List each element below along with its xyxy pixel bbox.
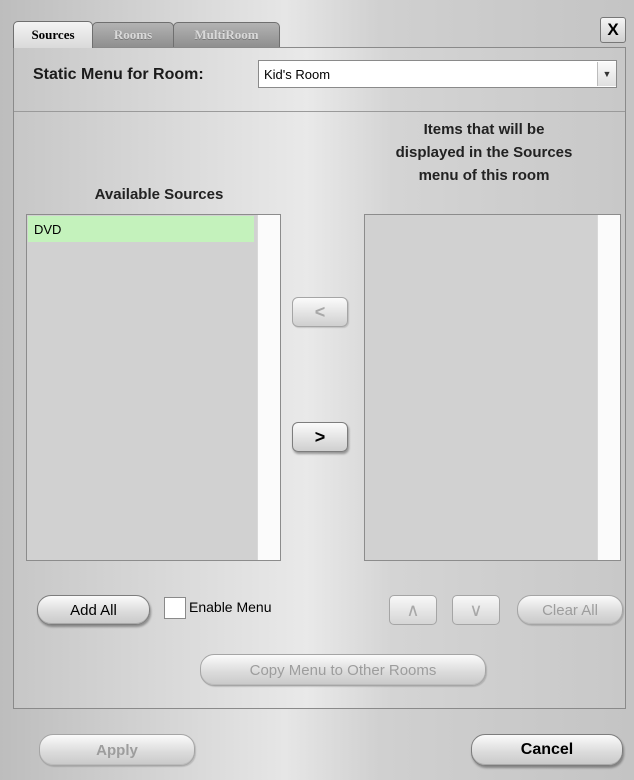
chevron-down-icon[interactable]: ▼: [597, 62, 616, 86]
tab-multiroom[interactable]: MultiRoom: [173, 22, 280, 47]
move-up-button[interactable]: ∧: [389, 595, 437, 625]
room-selector-row: Static Menu for Room: Kid's Room ▼: [14, 48, 625, 112]
room-select-value: Kid's Room: [264, 66, 331, 82]
available-list-scrollbar[interactable]: [257, 215, 280, 560]
add-all-button[interactable]: Add All: [37, 595, 150, 625]
displayed-items-heading: Items that will be displayed in the Sour…: [354, 118, 614, 187]
displayed-heading-line-3: menu of this room: [418, 167, 550, 184]
remove-item-button[interactable]: <: [292, 297, 348, 327]
sources-panel: Static Menu for Room: Kid's Room ▼ Items…: [13, 47, 626, 709]
copy-menu-button[interactable]: Copy Menu to Other Rooms: [200, 654, 486, 686]
clear-all-button[interactable]: Clear All: [517, 595, 623, 625]
room-select[interactable]: Kid's Room ▼: [258, 60, 617, 88]
displayed-heading-line-1: Items that will be: [423, 121, 545, 138]
displayed-heading-line-2: displayed in the Sources: [395, 144, 573, 161]
available-sources-heading: Available Sources: [94, 186, 224, 203]
enable-menu-checkbox[interactable]: [164, 597, 186, 619]
tab-sources[interactable]: Sources: [13, 21, 93, 48]
apply-button[interactable]: Apply: [39, 734, 195, 766]
displayed-items-list[interactable]: [364, 214, 621, 561]
cancel-button[interactable]: Cancel: [471, 734, 623, 766]
tab-rooms[interactable]: Rooms: [92, 22, 174, 47]
move-down-button[interactable]: ∨: [452, 595, 500, 625]
enable-menu-label: Enable Menu: [189, 599, 272, 615]
room-select-label: Static Menu for Room:: [33, 66, 204, 83]
available-sources-list[interactable]: DVD: [26, 214, 281, 561]
add-item-button[interactable]: >: [292, 422, 348, 452]
move-down-icon: ∨: [469, 599, 483, 620]
move-up-icon: ∧: [406, 599, 420, 620]
close-icon: X: [607, 20, 619, 39]
close-button[interactable]: X: [600, 17, 626, 43]
list-item[interactable]: DVD: [28, 216, 254, 242]
displayed-list-scrollbar[interactable]: [597, 215, 620, 560]
